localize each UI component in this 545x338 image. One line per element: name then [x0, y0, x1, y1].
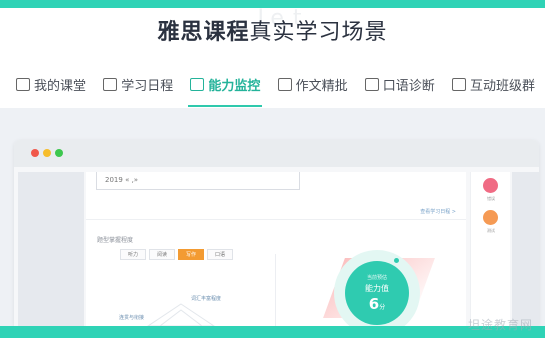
test-icon[interactable]	[483, 210, 498, 225]
radar-label-coherence: 连贯与衔接	[119, 315, 145, 321]
side-label-test: 测试	[487, 228, 495, 233]
schedule-card: 2019 « ,» 查看学习日程 >	[86, 172, 466, 220]
right-toolbar: 错误 测试	[470, 172, 510, 326]
tab-label: 学习日程	[121, 78, 174, 94]
year-selector[interactable]: 2019 « ,»	[96, 172, 300, 190]
chat-icon	[451, 77, 466, 91]
tab-label: 口语诊断	[382, 78, 435, 94]
document-icon	[277, 77, 292, 91]
tab-class-group[interactable]: 互动班级群	[451, 70, 535, 98]
chart-icon	[190, 77, 205, 91]
tab-label: 互动班级群	[469, 78, 535, 94]
side-label-mistakes: 错误	[487, 196, 495, 201]
year-nav: « ,»	[125, 176, 139, 184]
tab-essay-correction[interactable]: 作文精批	[277, 70, 348, 98]
close-dot-icon	[31, 149, 39, 157]
radar-chart	[147, 303, 215, 326]
practice-tab-reading[interactable]: 阅读	[149, 249, 175, 260]
tab-label: 我的课堂	[34, 78, 87, 94]
year-value: 2019	[105, 176, 123, 184]
practice-tab-speaking[interactable]: 口语	[207, 249, 233, 260]
score-value-line: 6分	[345, 295, 409, 313]
score-caption: 当前预估	[366, 275, 387, 281]
view-schedule-link[interactable]: 查看学习日程 >	[420, 208, 456, 215]
radar-label-vocabulary: 词汇丰富程度	[191, 296, 222, 302]
divider	[275, 254, 276, 326]
headline-rest: 真实学习场景	[249, 20, 388, 45]
tab-speaking-diagnosis[interactable]: 口语诊断	[364, 70, 435, 98]
schedule-icon	[364, 77, 379, 91]
section-title: 题型掌握程度	[97, 237, 134, 244]
practice-tabs: 听力 阅读 写作 口语	[120, 249, 233, 260]
headline-bold: 雅思课程	[157, 20, 250, 45]
maximize-dot-icon	[55, 149, 63, 157]
window-titlebar	[14, 140, 539, 167]
tab-label: 作文精批	[295, 78, 348, 94]
score-unit: 分	[379, 304, 386, 311]
mistakes-icon[interactable]	[483, 178, 498, 193]
app-window-preview: 2019 « ,» 查看学习日程 > 题型掌握程度 听力 阅读 写作 口语 词汇…	[14, 140, 539, 326]
score-title: 能力值	[365, 284, 389, 293]
feature-tabs: 我的课堂 学习日程 能力监控 作文精批 口语诊断 互动班级群	[0, 70, 545, 108]
tab-study-schedule[interactable]: 学习日程	[103, 70, 173, 98]
page-headline: 雅思课程真实学习场景	[0, 14, 545, 46]
calendar-icon	[103, 77, 118, 91]
monitor-icon	[16, 77, 30, 91]
right-strip	[512, 172, 539, 326]
minimize-dot-icon	[43, 149, 51, 157]
site-watermark: 坦途教育网	[468, 318, 534, 332]
score-dot	[394, 258, 399, 263]
tab-my-classroom[interactable]: 我的课堂	[16, 70, 86, 98]
left-sidebar	[18, 172, 84, 326]
tab-label: 能力监控	[208, 78, 261, 94]
tab-ability-monitor[interactable]: 能力监控	[188, 70, 263, 107]
score-value: 6	[368, 295, 380, 313]
bottom-accent-band	[0, 326, 545, 338]
ability-score-badge: 当前预估 能力值 6分	[345, 261, 409, 325]
practice-tab-writing[interactable]: 写作	[178, 249, 204, 260]
practice-tab-listening[interactable]: 听力	[120, 249, 146, 260]
